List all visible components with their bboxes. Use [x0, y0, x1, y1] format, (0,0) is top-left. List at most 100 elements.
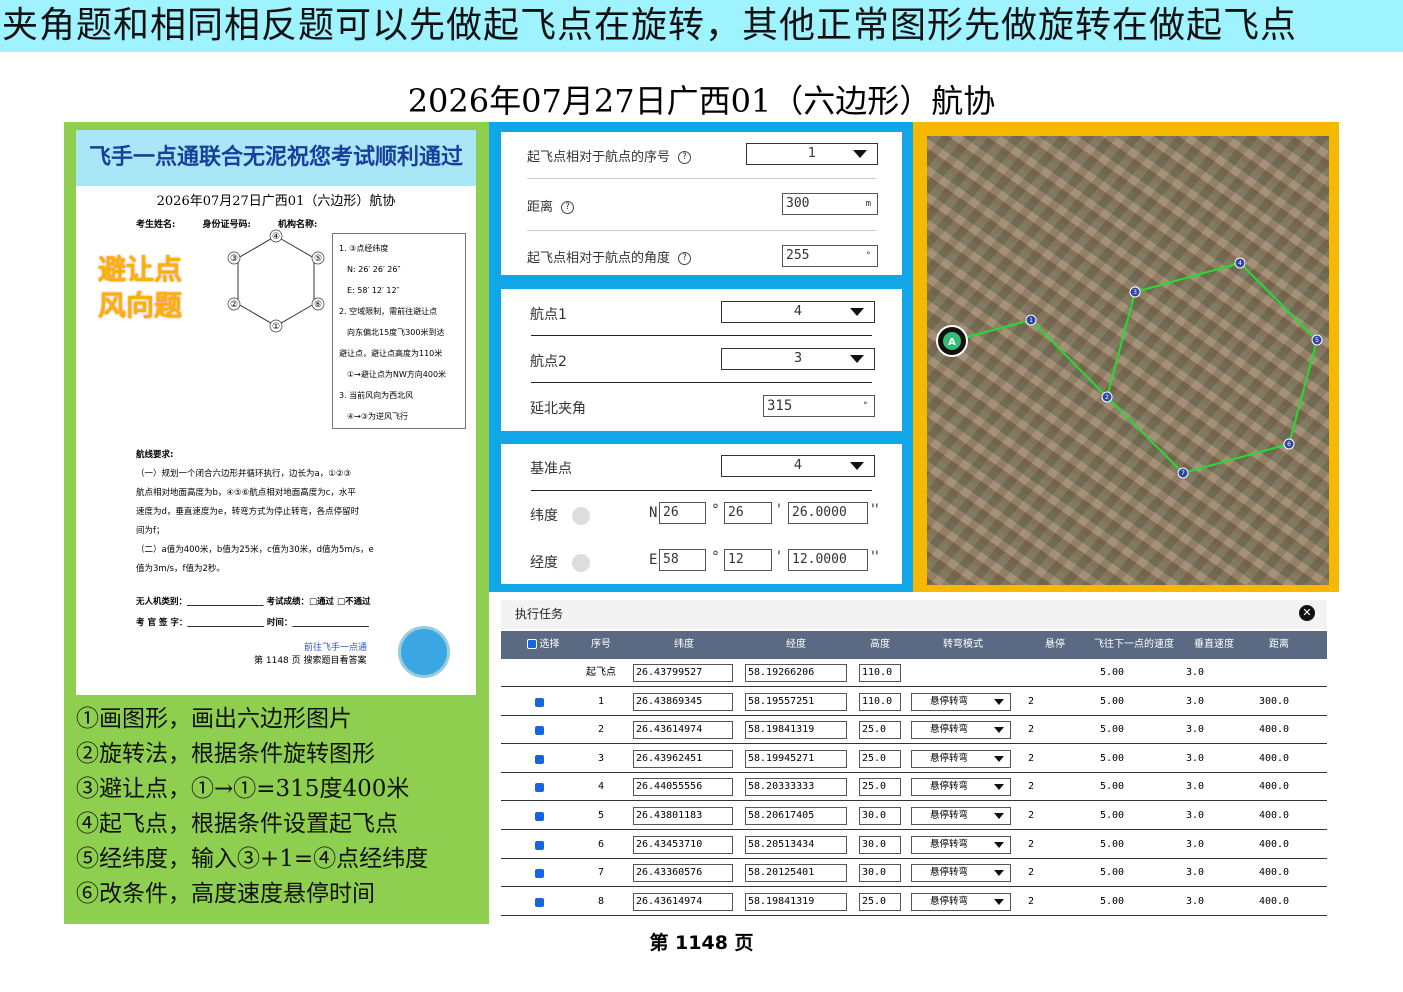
row-speed: 5.00: [1099, 724, 1125, 736]
row-lon-input[interactable]: 58.20125401: [745, 864, 847, 883]
row-speed: 5.00: [1099, 810, 1125, 821]
row-turn-select[interactable]: 悬停转弯: [911, 692, 1011, 711]
qr-code-icon: [398, 626, 450, 678]
distance-label: 距离?: [527, 196, 575, 215]
row-lat-input[interactable]: 26.43614974: [633, 892, 733, 911]
row-alt-input[interactable]: 25.0: [859, 721, 901, 740]
lat-min-input[interactable]: 26: [724, 502, 772, 524]
table-row[interactable]: 8 26.43614974 58.19841319 25.0 悬停转弯 2 5.00 3.0 4…: [501, 888, 1327, 916]
row-turn-select[interactable]: 悬停转弯: [911, 835, 1011, 854]
col-alt: 高度: [870, 639, 890, 650]
row-lat-input[interactable]: 26.44055556: [633, 778, 733, 797]
row-dist: 400.0: [1258, 810, 1290, 821]
row-checkbox[interactable]: [535, 812, 544, 821]
row-alt-input[interactable]: 25.0: [859, 778, 901, 797]
row-lon-input[interactable]: 58.19557251: [745, 692, 847, 711]
lon-deg-input[interactable]: 58: [659, 549, 706, 571]
row-lon-input[interactable]: 58.19266206: [745, 664, 847, 682]
row-checkbox[interactable]: [535, 840, 544, 850]
row-hover: 2: [1027, 895, 1035, 907]
help-icon[interactable]: ?: [561, 201, 575, 214]
sign-line: 无人机类别：__________________ 考试成绩：□通过 □不通过: [136, 597, 371, 607]
lat-deg-input[interactable]: 26: [659, 502, 706, 524]
lat-sec-input[interactable]: 26.0000: [788, 502, 868, 524]
row-lat-input[interactable]: 26.43360576: [633, 864, 733, 883]
condition-line: 向东偏北15度飞300米到达: [347, 328, 445, 337]
col-select[interactable]: 选择: [521, 631, 565, 659]
table-row[interactable]: 3 26.43962451 58.19945271 25.0 悬停转弯 2 5.00 3.0 4…: [501, 745, 1327, 773]
lon-min-input[interactable]: 12: [724, 549, 772, 571]
row-alt-input[interactable]: 25.0: [859, 892, 901, 911]
table-row[interactable]: 7 26.43360576 58.20125401 30.0 悬停转弯 2 5.00 3.0 4…: [501, 859, 1327, 888]
row-hover: 2: [1027, 838, 1035, 850]
satellite-map[interactable]: 1 2 3 4 5 6 7 A: [927, 136, 1329, 585]
row-lat-input[interactable]: 26.43869345: [633, 692, 733, 711]
row-lat-input[interactable]: 26.43801183: [633, 807, 733, 825]
row-lat-input[interactable]: 26.43962451: [633, 749, 733, 768]
row-alt-input[interactable]: 110.0: [859, 664, 901, 682]
takeoff-angle-input[interactable]: 255 °: [782, 245, 878, 267]
location-icon[interactable]: [572, 554, 590, 572]
page-title: 2026年07月27日广西01（六边形）航协: [407, 82, 996, 120]
row-lat-input[interactable]: 26.43614974: [633, 721, 733, 740]
row-checkbox[interactable]: [535, 726, 544, 736]
row-alt-input[interactable]: 30.0: [859, 835, 901, 854]
row-speed: 5.00: [1099, 895, 1125, 907]
hex-label-lower-left: ②: [230, 300, 238, 310]
table-row[interactable]: 4 26.44055556 58.20333333 25.0 悬停转弯 2 5.00 3.0 4…: [501, 773, 1327, 802]
row-checkbox[interactable]: [535, 754, 544, 764]
row-hover: 2: [1027, 781, 1035, 793]
lon-sec-input[interactable]: 12.0000: [788, 549, 868, 571]
table-row[interactable]: 2 26.43614974 58.19841319 25.0 悬停转弯 2 5.00 3.0 4…: [501, 716, 1327, 745]
condition-line: 3. 当前风向为西北风: [339, 391, 414, 400]
table-row[interactable]: 6 26.43453710 58.20513434 30.0 悬停转弯 2 5.00 3.0 4…: [501, 831, 1327, 859]
takeoff-seq-select[interactable]: 1: [746, 143, 878, 165]
table-row[interactable]: 5 26.43801183 58.20617405 30.0 悬停转弯 2 5.00 3.0 4…: [501, 802, 1327, 830]
row-checkbox[interactable]: [535, 897, 544, 907]
row-speed: 5.00: [1099, 695, 1125, 707]
lon-dir: E: [649, 552, 658, 568]
row-lon-input[interactable]: 58.19841319: [745, 892, 847, 911]
help-icon[interactable]: ?: [678, 151, 692, 164]
row-checkbox[interactable]: [535, 869, 544, 879]
row-vspeed: 3.0: [1185, 810, 1205, 821]
help-icon[interactable]: ?: [678, 252, 692, 265]
base-point-select[interactable]: 4: [721, 455, 875, 477]
close-icon[interactable]: ✕: [1299, 605, 1315, 621]
row-lon-input[interactable]: 58.20333333: [745, 778, 847, 797]
row-alt-input[interactable]: 110.0: [859, 692, 901, 711]
wp2-select[interactable]: 3: [721, 348, 875, 370]
condition-line: ①→避让点为NW方向400米: [347, 370, 447, 379]
north-angle-input[interactable]: 315 °: [763, 395, 875, 417]
row-turn-select[interactable]: 悬停转弯: [911, 807, 1011, 825]
base-point-label: 基准点: [530, 461, 572, 477]
distance-input[interactable]: 300 m: [782, 193, 878, 215]
sheet-header: 飞手一点通联合无泥祝您考试顺利通过: [76, 130, 476, 186]
row-checkbox[interactable]: [535, 783, 544, 793]
location-icon[interactable]: [572, 507, 590, 525]
row-turn-select[interactable]: 悬停转弯: [911, 864, 1011, 883]
row-lon-input[interactable]: 58.19945271: [745, 749, 847, 768]
row-lat-input[interactable]: 26.43799527: [633, 664, 733, 682]
row-lon-input[interactable]: 58.20617405: [745, 807, 847, 825]
row-alt-input[interactable]: 30.0: [859, 864, 901, 883]
row-turn-select[interactable]: 悬停转弯: [911, 892, 1011, 911]
row-hover: 2: [1027, 752, 1035, 764]
takeoff-seq-label: 起飞点相对于航点的序号?: [527, 146, 692, 165]
row-turn-select[interactable]: 悬停转弯: [911, 721, 1011, 740]
table-row[interactable]: 1 26.43869345 58.19557251 110.0 悬停转弯 2 5.00 3.0…: [501, 688, 1327, 716]
row-lon-input[interactable]: 58.20513434: [745, 835, 847, 854]
row-lon-input[interactable]: 58.19841319: [745, 721, 847, 740]
svg-text:4: 4: [1238, 260, 1242, 267]
wp1-select[interactable]: 4: [721, 301, 875, 323]
row-alt-input[interactable]: 30.0: [859, 807, 901, 825]
row-alt-input[interactable]: 25.0: [859, 749, 901, 768]
row-lat-input[interactable]: 26.43453710: [633, 835, 733, 854]
hex-label-lower-right: ⑥: [314, 300, 322, 310]
table-row[interactable]: 起飞点 26.43799527 58.19266206 110.0 5.00 3.0: [501, 659, 1327, 687]
row-turn-select[interactable]: 悬停转弯: [911, 778, 1011, 797]
row-hover: 2: [1027, 810, 1035, 821]
row-checkbox[interactable]: [535, 697, 544, 707]
row-turn-select[interactable]: 悬停转弯: [911, 749, 1011, 768]
row-speed: 5.00: [1099, 667, 1125, 678]
